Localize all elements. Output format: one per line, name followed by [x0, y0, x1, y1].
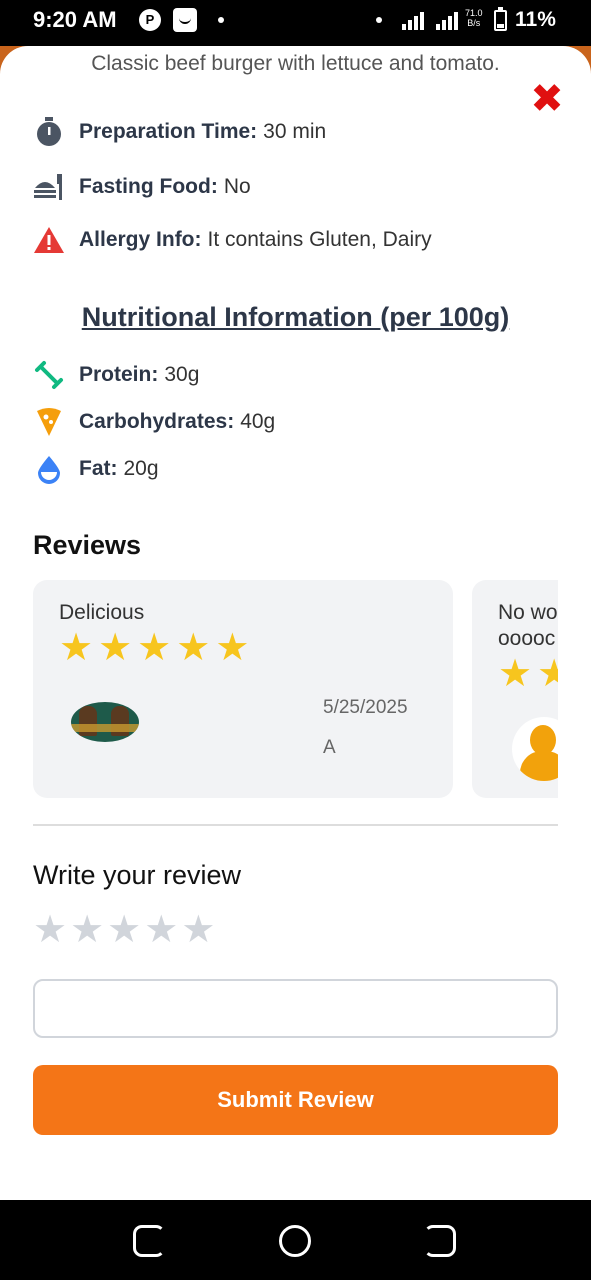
review-rating: ★ ★ ★ ★ ★ [59, 628, 249, 668]
star-rating-button-5[interactable]: ★ [181, 910, 215, 950]
preparation-time-value: 30 min [263, 120, 327, 143]
submit-review-button[interactable]: Submit Review [33, 1065, 558, 1135]
carbohydrates-row: Carbohydrates: 40g [33, 406, 275, 438]
review-text: Delicious [59, 601, 145, 624]
review-input[interactable] [33, 979, 558, 1038]
dumbbell-icon [33, 359, 65, 391]
review-text: No wo ooooc [498, 600, 558, 652]
utensils-icon [33, 171, 65, 203]
reviews-carousel[interactable]: Delicious ★ ★ ★ ★ ★ 5/25/2025 A No wo oo… [33, 580, 558, 798]
recent-apps-icon[interactable] [133, 1225, 165, 1257]
write-review-title: Write your review [33, 860, 242, 890]
app-notification-icon: P [139, 9, 161, 31]
star-filled-icon: ★ [498, 653, 533, 695]
star-filled-icon: ★ [137, 627, 172, 669]
close-icon: ✖ [530, 77, 564, 121]
fasting-food-value: No [223, 175, 251, 198]
protein-value: 30g [164, 363, 200, 386]
review-text-line: No wo [498, 601, 558, 624]
status-bar: 9:20 AM P 71.0 B/s 11% [0, 0, 591, 46]
user-icon [512, 717, 558, 781]
star-filled-icon: ★ [59, 627, 94, 669]
nutrition-title: Nutritional Information (per 100g) [81, 302, 510, 332]
notification-dot-icon [218, 17, 224, 23]
stopwatch-icon [33, 116, 65, 148]
preparation-time-row: Preparation Time: 30 min [33, 116, 326, 148]
shopping-bag-icon [173, 8, 197, 32]
reviewer-name: A [323, 737, 336, 758]
allergy-info-row: Allergy Info: It contains Gluten, Dairy [33, 224, 432, 256]
carbohydrates-value: 40g [240, 410, 276, 433]
rating-input: ★ ★ ★ ★ ★ [33, 910, 215, 950]
star-rating-button-3[interactable]: ★ [107, 910, 141, 950]
star-filled-icon: ★ [98, 627, 133, 669]
reviewer-avatar [71, 702, 139, 742]
star-rating-button-2[interactable]: ★ [70, 910, 104, 950]
warning-icon [33, 224, 65, 256]
signal-icon [402, 10, 424, 30]
food-description: Classic beef burger with lettuce and tom… [91, 52, 500, 75]
divider [33, 824, 558, 826]
fat-row: Fat: 20g [33, 453, 159, 485]
review-card: Delicious ★ ★ ★ ★ ★ 5/25/2025 A [33, 580, 453, 798]
star-filled-icon: ★ [215, 627, 250, 669]
star-filled-icon: ★ [176, 627, 211, 669]
back-icon[interactable] [424, 1225, 456, 1257]
review-card: No wo ooooc ★ ★ [472, 580, 558, 798]
home-icon[interactable] [279, 1225, 311, 1257]
allergy-info-value: It contains Gluten, Dairy [207, 228, 432, 251]
droplet-icon [33, 453, 65, 485]
star-filled-icon: ★ [537, 653, 558, 695]
network-speed-value: 71.0 [465, 8, 483, 18]
fasting-food-row: Fasting Food: No [33, 171, 251, 203]
review-rating: ★ ★ [498, 654, 558, 694]
fat-value: 20g [123, 457, 159, 480]
preparation-time-label: Preparation Time: [79, 120, 258, 143]
allergy-info-label: Allergy Info: [79, 228, 202, 251]
reviews-title: Reviews [33, 530, 142, 560]
star-rating-button-1[interactable]: ★ [33, 910, 67, 950]
review-text-line: ooooc [498, 627, 556, 650]
pizza-icon [33, 406, 65, 438]
close-button[interactable]: ✖ [527, 79, 567, 119]
notification-dot-icon [376, 17, 382, 23]
fasting-food-label: Fasting Food: [79, 175, 218, 198]
food-details-sheet: Classic beef burger with lettuce and tom… [0, 46, 591, 1200]
fat-label: Fat: [79, 457, 118, 480]
protein-row: Protein: 30g [33, 359, 199, 391]
status-time: 9:20 AM [33, 7, 117, 32]
battery-percent: 11% [515, 8, 556, 31]
review-date: 5/25/2025 [323, 697, 408, 718]
navigation-bar [0, 1200, 591, 1280]
battery-icon [494, 7, 507, 31]
network-speed: 71.0 B/s [465, 8, 483, 28]
signal-icon [436, 10, 458, 30]
protein-label: Protein: [79, 363, 159, 386]
carbohydrates-label: Carbohydrates: [79, 410, 235, 433]
star-rating-button-4[interactable]: ★ [144, 910, 178, 950]
network-speed-unit: B/s [467, 18, 481, 28]
